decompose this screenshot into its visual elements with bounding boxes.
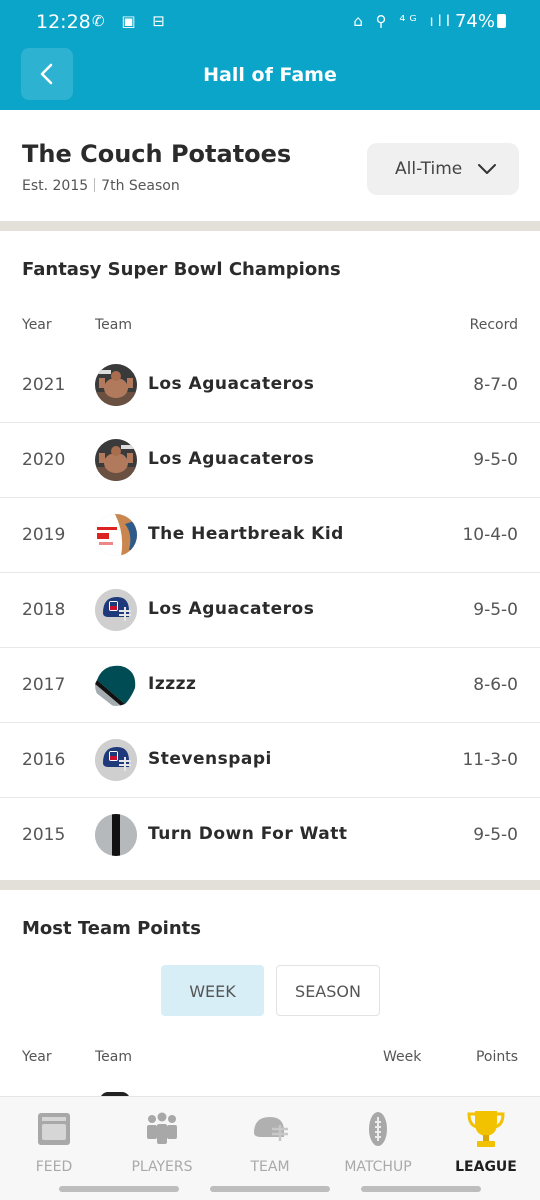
row-record: 8-6-0 bbox=[473, 675, 518, 695]
row-year: 2020 bbox=[22, 450, 66, 470]
app-bar: Hall of Fame bbox=[0, 46, 540, 110]
nav-matchup[interactable]: MATCHUP bbox=[324, 1097, 432, 1197]
page-title: Hall of Fame bbox=[203, 64, 337, 86]
league-established: Est. 2015 bbox=[22, 178, 89, 194]
nav-label: PLAYERS bbox=[131, 1159, 193, 1175]
nav-label: LEAGUE bbox=[455, 1159, 517, 1175]
time-range-label: All-Time bbox=[395, 159, 463, 179]
row-record: 9-5-0 bbox=[473, 450, 518, 470]
system-icons: ⌂ ⚲ ⁴ᴳ ıll bbox=[353, 12, 454, 30]
col-team: Team bbox=[95, 317, 133, 333]
status-time: 12:28 bbox=[36, 11, 91, 33]
col-points: Points bbox=[475, 1049, 518, 1065]
row-year: 2017 bbox=[22, 675, 66, 695]
bodybuilder-avatar bbox=[95, 439, 137, 481]
nav-label: MATCHUP bbox=[344, 1159, 412, 1175]
row-team-name: The Heartbreak Kid bbox=[148, 524, 344, 544]
gesture-bar-segment bbox=[361, 1186, 481, 1192]
row-team-name: Izzzz bbox=[148, 674, 197, 694]
row-year: 2019 bbox=[22, 525, 66, 545]
battery-icon bbox=[497, 14, 506, 28]
col-year: Year bbox=[22, 317, 52, 333]
league-season: 7th Season bbox=[101, 178, 180, 194]
league-name: The Couch Potatoes bbox=[22, 140, 292, 168]
row-record: 11-3-0 bbox=[462, 750, 518, 770]
row-record: 9-5-0 bbox=[473, 825, 518, 845]
row-team-name: Los Aguacateros bbox=[148, 449, 315, 469]
table-row[interactable]: 2021 Los Aguacateros 8-7-0 bbox=[0, 348, 540, 423]
feed-icon bbox=[38, 1113, 70, 1145]
nfl-helmet-avatar bbox=[95, 739, 137, 781]
table-row[interactable]: 2017 Izzzz 8-6-0 bbox=[0, 648, 540, 723]
row-record: 9-5-0 bbox=[473, 600, 518, 620]
gesture-bar-segment bbox=[59, 1186, 179, 1192]
section-divider bbox=[0, 880, 540, 890]
row-record: 10-4-0 bbox=[462, 525, 518, 545]
row-team-name: Stevenspapi bbox=[148, 749, 272, 769]
row-team-name: Los Aguacateros bbox=[148, 599, 315, 619]
row-year: 2021 bbox=[22, 375, 66, 395]
heartbreak-kid-avatar bbox=[95, 514, 137, 556]
col-record: Record bbox=[469, 317, 518, 333]
most-points-title: Most Team Points bbox=[22, 918, 201, 939]
players-icon bbox=[147, 1112, 177, 1144]
season-toggle[interactable]: SEASON bbox=[276, 965, 380, 1016]
bottom-nav: FEED PLAYERS TEAM MATCHUP LEAGUE bbox=[0, 1096, 540, 1200]
row-team-name: Turn Down For Watt bbox=[148, 824, 348, 844]
nav-league[interactable]: LEAGUE bbox=[432, 1097, 540, 1197]
table-row[interactable]: 2015 Turn Down For Watt 9-5-0 bbox=[0, 798, 540, 873]
league-meta: Est. 2015 7th Season bbox=[22, 178, 180, 194]
col-team: Team bbox=[95, 1049, 133, 1065]
nfl-helmet-avatar bbox=[95, 589, 137, 631]
col-year: Year bbox=[22, 1049, 52, 1065]
nav-feed[interactable]: FEED bbox=[0, 1097, 108, 1197]
champions-title: Fantasy Super Bowl Champions bbox=[22, 259, 341, 280]
row-record: 8-7-0 bbox=[473, 375, 518, 395]
green-helmet-avatar bbox=[95, 664, 137, 706]
table-row[interactable]: 2020 Los Aguacateros 9-5-0 bbox=[0, 423, 540, 498]
bodybuilder-avatar bbox=[95, 364, 137, 406]
trophy-icon bbox=[467, 1111, 505, 1147]
table-row[interactable]: 2016 Stevenspapi 11-3-0 bbox=[0, 723, 540, 798]
nav-players[interactable]: PLAYERS bbox=[108, 1097, 216, 1197]
meta-separator bbox=[94, 178, 96, 192]
time-range-dropdown[interactable]: All-Time bbox=[367, 143, 519, 195]
status-bar: 12:28 ✆ ▣ ⊟ ⌂ ⚲ ⁴ᴳ ıll 74% bbox=[0, 0, 540, 46]
battery-indicator: 74% bbox=[455, 11, 506, 32]
helmet-icon bbox=[254, 1117, 288, 1141]
row-year: 2018 bbox=[22, 600, 66, 620]
row-year: 2016 bbox=[22, 750, 66, 770]
table-row[interactable]: 2018 Los Aguacateros 9-5-0 bbox=[0, 573, 540, 648]
week-toggle[interactable]: WEEK bbox=[161, 965, 264, 1016]
nav-label: TEAM bbox=[250, 1159, 290, 1175]
notification-icons: ✆ ▣ ⊟ bbox=[92, 12, 171, 30]
col-week: Week bbox=[383, 1049, 422, 1065]
table-row[interactable]: 2019 The Heartbreak Kid 10-4-0 bbox=[0, 498, 540, 573]
chevron-down-icon bbox=[478, 164, 496, 174]
football-icon bbox=[369, 1112, 387, 1146]
section-divider bbox=[0, 221, 540, 231]
silver-helmet-avatar bbox=[95, 814, 137, 856]
row-team-name: Los Aguacateros bbox=[148, 374, 315, 394]
row-year: 2015 bbox=[22, 825, 66, 845]
gesture-bar-segment bbox=[210, 1186, 330, 1192]
nav-label: FEED bbox=[35, 1159, 73, 1175]
nav-team[interactable]: TEAM bbox=[216, 1097, 324, 1197]
battery-level: 74% bbox=[454, 11, 495, 32]
